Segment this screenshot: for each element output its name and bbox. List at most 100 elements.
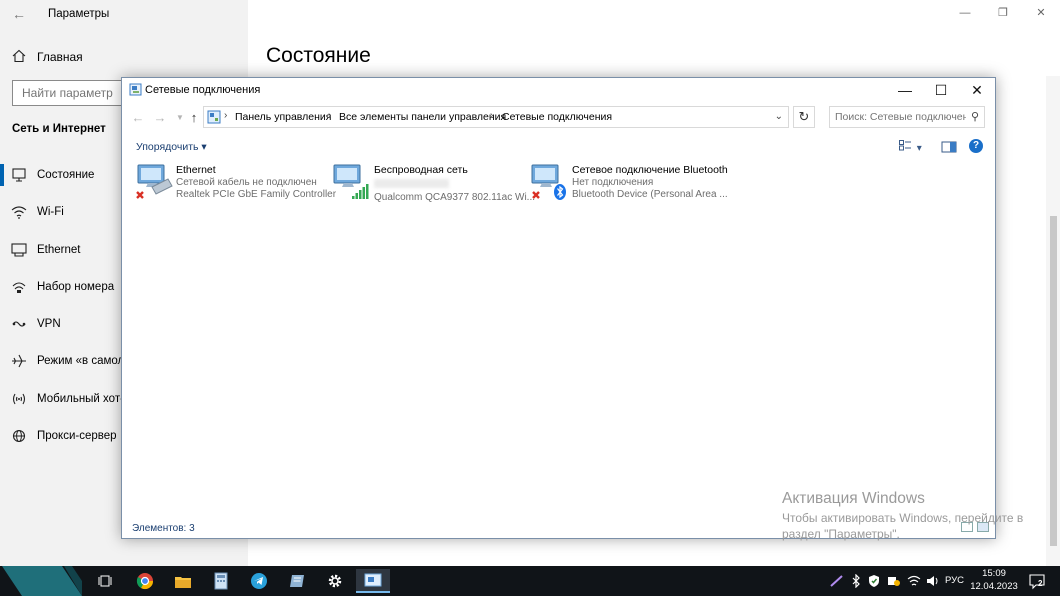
change-view-button[interactable]: ▾ bbox=[899, 140, 927, 154]
window-title: Сетевые подключения bbox=[145, 84, 261, 96]
connections-list: Ethernet Сетевой кабель не подключен Rea… bbox=[122, 159, 995, 515]
maximize-button[interactable]: ☐ bbox=[923, 78, 959, 102]
window-titlebar[interactable]: Сетевые подключения — ☐ ✕ bbox=[122, 78, 995, 102]
taskbar: РУС 15:09 12.04.2023 2 bbox=[0, 566, 1060, 596]
connection-status: Сетевой кабель не подключен bbox=[176, 176, 317, 188]
settings-window-controls: — ❐ ✕ bbox=[946, 0, 1060, 28]
connection-item-wireless[interactable]: Беспроводная сеть Qualcomm QCA9377 802.1… bbox=[332, 162, 535, 204]
calculator-icon[interactable] bbox=[204, 569, 238, 593]
connection-device: Qualcomm QCA9377 802.11ac Wi... bbox=[374, 192, 535, 203]
notification-count: 2 bbox=[1038, 579, 1043, 588]
up-arrow-icon[interactable]: ↑ bbox=[186, 110, 202, 126]
settings-gear-icon[interactable] bbox=[318, 569, 352, 593]
redacted-network-name bbox=[374, 178, 449, 188]
connection-name: Сетевое подключение Bluetooth bbox=[572, 164, 728, 176]
explorer-search-box[interactable]: ⚲ bbox=[829, 106, 985, 128]
red-x-icon bbox=[532, 191, 540, 199]
hotspot-icon bbox=[12, 393, 26, 405]
page-title: Состояние bbox=[266, 44, 371, 67]
bluetooth-tray-icon[interactable] bbox=[851, 566, 861, 596]
section-heading: Сеть и Интернет bbox=[12, 123, 106, 135]
sidebar-item-label: Wi-Fi bbox=[37, 206, 64, 219]
network-connections-taskbar-icon[interactable] bbox=[356, 569, 390, 593]
activation-title: Активация Windows bbox=[782, 490, 925, 507]
pen-icon[interactable] bbox=[830, 566, 844, 596]
network-adapter-icon bbox=[333, 164, 369, 199]
connection-item-ethernet[interactable]: Ethernet Сетевой кабель не подключен Rea… bbox=[134, 162, 336, 204]
sidebar-item-label: Ethernet bbox=[37, 243, 81, 256]
close-button[interactable]: ✕ bbox=[1022, 0, 1060, 26]
settings-scrollbar[interactable] bbox=[1046, 76, 1060, 566]
command-bar: Упорядочить ▾ ▾ ? bbox=[122, 135, 995, 159]
minimize-button[interactable]: — bbox=[946, 0, 984, 26]
chevron-right-icon: › bbox=[490, 110, 494, 121]
refresh-button[interactable]: ↻ bbox=[793, 106, 815, 128]
status-icon bbox=[12, 168, 26, 182]
clock-date: 12.04.2023 bbox=[970, 580, 1018, 592]
home-icon bbox=[12, 49, 26, 63]
security-alert-icon[interactable] bbox=[887, 566, 901, 596]
wifi-tray-icon[interactable] bbox=[907, 566, 921, 596]
notification-center-icon[interactable]: 2 bbox=[1028, 572, 1046, 590]
close-button[interactable]: ✕ bbox=[959, 78, 995, 102]
signal-bars-icon bbox=[352, 184, 369, 199]
network-adapter-icon bbox=[531, 164, 566, 200]
minimize-button[interactable]: — bbox=[887, 78, 923, 102]
connection-name: Беспроводная сеть bbox=[374, 164, 468, 176]
chevron-down-icon[interactable]: ⌄ bbox=[775, 111, 783, 122]
sidebar-item-label: Прокси-сервер bbox=[37, 430, 117, 443]
connection-item-bluetooth[interactable]: Сетевое подключение Bluetooth Нет подклю… bbox=[530, 162, 728, 204]
connection-device: Realtek PCIe GbE Family Controller bbox=[176, 189, 337, 200]
view-options-icon bbox=[899, 140, 911, 151]
control-panel-icon bbox=[207, 110, 221, 124]
connection-name: Ethernet bbox=[176, 164, 216, 176]
notes-app-icon[interactable] bbox=[280, 569, 314, 593]
vpn-icon bbox=[12, 321, 26, 327]
settings-titlebar: ← Параметры bbox=[0, 0, 248, 30]
volume-icon[interactable] bbox=[926, 566, 940, 596]
breadcrumb-item[interactable]: Панель управления bbox=[235, 111, 331, 123]
language-indicator[interactable]: РУС bbox=[945, 575, 964, 586]
caret-down-icon: ▾ bbox=[916, 143, 922, 154]
breadcrumb-item[interactable]: Все элементы панели управления bbox=[339, 111, 506, 123]
sidebar-item-label: Главная bbox=[37, 50, 83, 64]
network-adapter-icon bbox=[136, 164, 173, 199]
search-icon: ⚲ bbox=[970, 111, 979, 123]
connection-status: Нет подключения bbox=[572, 176, 654, 188]
clock[interactable]: 15:09 12.04.2023 bbox=[970, 568, 1018, 593]
chevron-right-icon: › bbox=[224, 110, 228, 121]
address-bar[interactable]: › Панель управления › Все элементы панел… bbox=[203, 106, 789, 128]
breadcrumb-item[interactable]: Сетевые подключения bbox=[502, 111, 612, 123]
telegram-icon[interactable] bbox=[242, 569, 276, 593]
preview-pane-icon[interactable] bbox=[941, 140, 957, 154]
back-arrow-icon[interactable]: ← bbox=[130, 110, 146, 126]
file-explorer-icon[interactable] bbox=[166, 569, 200, 593]
back-button[interactable]: ← bbox=[8, 5, 30, 23]
forward-arrow-icon[interactable]: → bbox=[152, 110, 168, 126]
wifi-icon bbox=[11, 206, 27, 220]
activation-line1: Чтобы активировать Windows, перейдите в bbox=[782, 511, 1024, 525]
organize-button[interactable]: Упорядочить ▾ bbox=[136, 141, 207, 153]
defender-shield-icon[interactable] bbox=[868, 566, 880, 596]
explorer-search-input[interactable] bbox=[830, 107, 966, 127]
sidebar-item-label: VPN bbox=[37, 318, 61, 331]
restore-button[interactable]: ❐ bbox=[984, 0, 1022, 26]
start-button[interactable] bbox=[2, 566, 82, 596]
red-x-icon bbox=[136, 191, 144, 199]
sidebar-item-label: Состояние bbox=[37, 169, 95, 181]
scrollbar-thumb[interactable] bbox=[1050, 216, 1057, 546]
task-view-icon[interactable] bbox=[88, 569, 122, 593]
airplane-icon bbox=[12, 355, 26, 368]
connection-status bbox=[374, 177, 535, 193]
chrome-icon[interactable] bbox=[128, 569, 162, 593]
ethernet-icon bbox=[11, 243, 27, 257]
network-connections-window: Сетевые подключения — ☐ ✕ ← → ▼ ↑ › Пане… bbox=[121, 77, 996, 539]
dialup-icon bbox=[12, 282, 26, 293]
globe-icon bbox=[12, 430, 26, 443]
connection-device: Bluetooth Device (Personal Area ... bbox=[572, 189, 728, 200]
settings-app-title: Параметры bbox=[48, 8, 110, 20]
chevron-right-icon: › bbox=[328, 110, 332, 121]
help-icon[interactable]: ? bbox=[969, 139, 983, 153]
caret-down-icon: ▾ bbox=[201, 141, 207, 153]
sidebar-item-home[interactable]: Главная bbox=[0, 44, 248, 70]
